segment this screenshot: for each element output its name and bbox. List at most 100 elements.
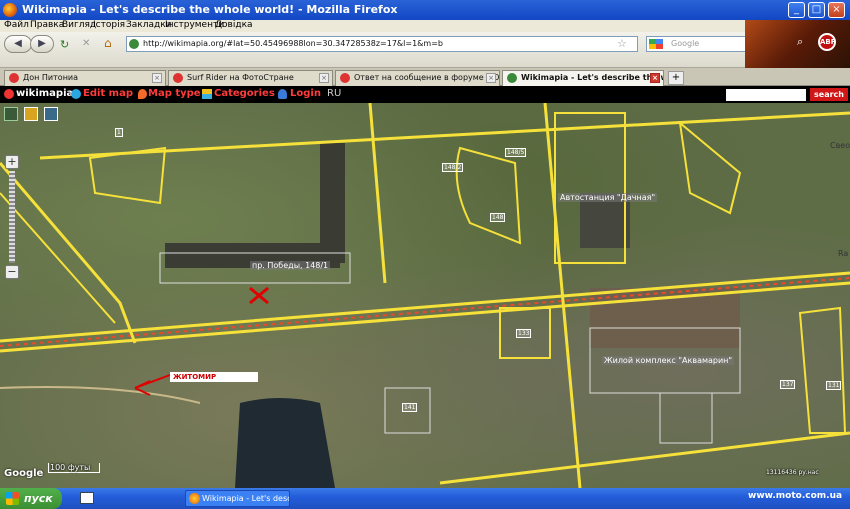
language-select[interactable]: RU: [327, 88, 341, 99]
menu-edit[interactable]: Правка: [30, 20, 64, 30]
navigation-toolbar: ◀ ▶ ↻ ✕ ⌂ http://wikimapia.org/#lat=50.4…: [0, 32, 850, 68]
tab-bar: Дон Питониа × Surf Rider на ФотоСтране ×…: [0, 68, 850, 86]
menu-history[interactable]: Історія: [93, 20, 125, 30]
forward-button[interactable]: ▶: [30, 35, 54, 53]
taskbar-item-label: Wikimapia - Let's desc...: [202, 494, 290, 503]
object-outline: [88, 146, 167, 205]
taskbar-item-firefox[interactable]: Wikimapia - Let's desc...: [185, 490, 290, 507]
zoom-slider[interactable]: [9, 171, 15, 263]
bus-station-label[interactable]: Автостанция "Дачная": [558, 193, 658, 202]
tab-favicon-icon: [9, 73, 19, 83]
red-x-marker: [249, 286, 269, 305]
tab-label: Ответ на сообщение в форуме МОТО: [354, 73, 500, 82]
show-desktop-icon[interactable]: [80, 492, 94, 504]
maximize-button[interactable]: □: [808, 2, 825, 18]
zoom-in-button[interactable]: +: [5, 155, 19, 169]
globe-icon: [71, 89, 81, 99]
back-button[interactable]: ◀: [4, 35, 32, 53]
tab-4-active[interactable]: Wikimapia - Let's describe the w... ×: [502, 70, 664, 86]
login-button[interactable]: Login: [290, 88, 321, 99]
site-favicon-icon: [129, 39, 139, 49]
house-number[interactable]: 148/2: [442, 163, 464, 172]
menu-help[interactable]: Довідка: [215, 20, 253, 30]
tab-2[interactable]: Surf Rider на ФотоСтране ×: [168, 70, 333, 86]
wikimapia-search-input[interactable]: [726, 89, 806, 101]
map-tool-icon[interactable]: [4, 107, 18, 121]
building-block: [320, 143, 345, 263]
tab-favicon-icon: [507, 73, 517, 83]
tab-favicon-icon: [340, 73, 350, 83]
map-type-button[interactable]: Map type: [148, 88, 201, 99]
house-number[interactable]: 1: [115, 128, 123, 137]
start-label: пуск: [24, 492, 53, 505]
house-number[interactable]: 133: [516, 329, 532, 338]
map-tool-icon[interactable]: [44, 107, 58, 121]
tab-label: Surf Rider на ФотоСтране: [187, 73, 294, 82]
corner-label: Свео: [830, 141, 850, 150]
map-overlay: [0, 103, 850, 488]
satellite-map[interactable]: + − пр. Победы, 148/1 Автостанция "Дачна…: [0, 103, 850, 488]
home-icon[interactable]: ⌂: [104, 36, 112, 50]
tab-label: Wikimapia - Let's describe the w...: [521, 73, 664, 82]
menu-file[interactable]: Файл: [4, 20, 29, 30]
bookmark-star-icon[interactable]: ☆: [617, 37, 627, 50]
ra-label: Ra: [838, 249, 849, 258]
new-tab-button[interactable]: +: [668, 71, 684, 85]
site-watermark: www.moto.com.ua: [748, 491, 843, 501]
windows-logo-icon: [6, 492, 19, 505]
pin-icon: [138, 89, 147, 99]
firefox-icon: [189, 493, 200, 504]
close-button[interactable]: ×: [828, 2, 845, 18]
road: [39, 111, 850, 160]
house-number[interactable]: 131: [826, 381, 842, 390]
categories-button[interactable]: Categories: [214, 88, 275, 99]
categories-icon: [202, 89, 212, 99]
tab-favicon-icon: [173, 73, 183, 83]
window-title: Wikimapia - Let's describe the whole wor…: [22, 3, 398, 16]
object-outline: [659, 392, 713, 444]
map-copyright: 13116436 ру.нас: [766, 469, 819, 476]
wikimapia-logo[interactable]: wikimapia: [16, 88, 73, 99]
search-go-icon[interactable]: ⌕: [797, 35, 803, 49]
windows-taskbar: пуск Wikimapia - Let's desc...: [0, 488, 850, 509]
complex-label[interactable]: Жилой комплекс "Аквамарин": [602, 356, 735, 365]
user-icon: [278, 89, 287, 99]
road: [368, 103, 387, 284]
house-number[interactable]: 148: [490, 213, 506, 222]
scale-label: 100 футы: [50, 463, 91, 472]
tab-close-icon[interactable]: ×: [650, 73, 660, 83]
menu-view[interactable]: Вигляд: [62, 20, 96, 30]
reload-icon[interactable]: ↻: [60, 38, 69, 51]
object-outline: [798, 306, 847, 434]
tab-1[interactable]: Дон Питониа ×: [4, 70, 166, 86]
url-input[interactable]: http://wikimapia.org/#lat=50.45496988lon…: [126, 36, 638, 52]
road: [0, 162, 137, 344]
edit-map-button[interactable]: Edit map: [83, 88, 133, 99]
google-icon[interactable]: [649, 39, 663, 49]
adblock-icon[interactable]: ABP: [818, 33, 836, 51]
minimize-button[interactable]: _: [788, 2, 805, 18]
stop-icon[interactable]: ✕: [82, 38, 90, 49]
map-tool-icon[interactable]: [24, 107, 38, 121]
tab-close-icon[interactable]: ×: [152, 73, 162, 83]
zoom-control[interactable]: + −: [5, 155, 19, 280]
firefox-icon: [3, 3, 17, 17]
tab-3[interactable]: Ответ на сообщение в форуме МОТО ×: [335, 70, 500, 86]
window-titlebar: Wikimapia - Let's describe the whole wor…: [0, 0, 850, 20]
house-number[interactable]: 148/5: [505, 148, 527, 157]
tab-close-icon[interactable]: ×: [486, 73, 496, 83]
dirt-road: [0, 386, 201, 404]
object-outline: [678, 120, 742, 215]
wikimapia-search-button[interactable]: search: [810, 88, 848, 101]
house-number[interactable]: 137: [780, 380, 796, 389]
house-number[interactable]: 141: [402, 403, 418, 412]
zoom-out-button[interactable]: −: [5, 265, 19, 279]
start-button[interactable]: пуск: [0, 488, 62, 509]
street-label[interactable]: пр. Победы, 148/1: [250, 261, 331, 270]
zhitomir-label: ЖИТОМИР: [170, 372, 258, 382]
menu-bar: Файл Правка Вигляд Історія Закладки Інст…: [0, 20, 850, 32]
pond-water: [235, 398, 335, 488]
google-logo-icon: Google: [4, 468, 44, 479]
tab-label: Дон Питониа: [23, 73, 79, 82]
tab-close-icon[interactable]: ×: [319, 73, 329, 83]
